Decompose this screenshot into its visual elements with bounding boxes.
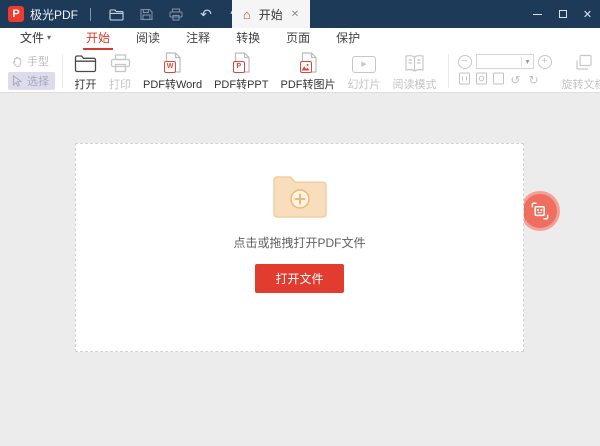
pdf-to-ppt-label: PDF转PPT xyxy=(214,78,269,91)
window-controls: ✕ xyxy=(525,0,600,28)
menu-tab-annotate[interactable]: 注释 xyxy=(184,29,212,50)
pdf-to-word-button[interactable]: W PDF转Word xyxy=(143,51,202,92)
menu-tab-read[interactable]: 阅读 xyxy=(134,29,162,50)
toolbar-separator xyxy=(447,54,449,88)
window-minimize-button[interactable] xyxy=(525,0,550,28)
chevron-down-icon: ▾ xyxy=(521,57,532,66)
pdf-to-image-label: PDF转图片 xyxy=(280,78,336,91)
image-badge xyxy=(299,60,312,73)
reading-mode-button[interactable]: 阅读模式 xyxy=(393,51,437,92)
tab-close-icon[interactable]: ✕ xyxy=(291,9,299,20)
hand-icon xyxy=(12,56,22,67)
convert-fab-button[interactable] xyxy=(520,191,560,231)
add-folder-icon xyxy=(272,176,327,218)
rotate-document-button[interactable]: 旋转文档 xyxy=(562,51,600,92)
rotate-right-icon[interactable]: ↻ xyxy=(527,74,541,86)
undo-icon[interactable]: ↶ xyxy=(193,3,219,25)
open-button-label: 打开 xyxy=(74,78,97,91)
rotate-document-label: 旋转文档 xyxy=(561,78,600,91)
select-tool-button[interactable]: 选择 xyxy=(8,72,55,90)
menu-file-label: 文件 xyxy=(20,31,45,45)
chevron-down-icon: ▾ xyxy=(47,33,52,42)
toolbar-separator xyxy=(62,54,63,88)
menu-tab-protect[interactable]: 保护 xyxy=(334,29,362,50)
close-icon: ✕ xyxy=(582,8,593,21)
fit-page-icon[interactable] xyxy=(475,72,488,88)
word-badge: W xyxy=(164,60,177,73)
menubar: 文件 ▾ 开始 阅读 注释 转换 页面 保护 xyxy=(0,28,600,50)
slideshow-label: 幻灯片 xyxy=(347,78,381,91)
open-folder-icon xyxy=(74,51,97,73)
zoom-controls-group: − ▾ + ↺ ↻ xyxy=(457,54,552,88)
pdf-to-word-icon: W xyxy=(163,51,182,73)
rotate-document-icon xyxy=(573,51,595,73)
window-maximize-button[interactable] xyxy=(550,0,575,28)
fit-width-icon[interactable] xyxy=(458,72,471,88)
tab-home-start[interactable]: ⌂ 开始 ✕ xyxy=(232,0,310,28)
titlebar: P 极光PDF ↶ ↷ ⌂ 开始 ✕ ✕ xyxy=(0,0,600,28)
select-tool-label: 选择 xyxy=(27,76,49,88)
convert-document-icon xyxy=(531,202,549,220)
print-button-label: 打印 xyxy=(109,78,131,91)
dropzone-hint-text: 点击或拖拽打开PDF文件 xyxy=(233,236,366,250)
save-icon[interactable] xyxy=(133,3,159,25)
hand-tool-button[interactable]: 手型 xyxy=(8,52,55,70)
slideshow-button[interactable]: ▶ 幻灯片 xyxy=(348,51,381,92)
menu-file[interactable]: 文件 ▾ xyxy=(16,29,55,50)
pointer-tools-group: 手型 选择 xyxy=(8,52,55,90)
print-icon[interactable] xyxy=(163,3,189,25)
open-file-icon[interactable] xyxy=(103,3,129,25)
window-close-button[interactable]: ✕ xyxy=(575,0,600,28)
home-icon: ⌂ xyxy=(242,6,251,22)
menu-tab-convert[interactable]: 转换 xyxy=(234,29,262,50)
slideshow-icon: ▶ xyxy=(352,51,376,73)
cursor-icon xyxy=(13,75,23,87)
pdf-dropzone[interactable]: 点击或拖拽打开PDF文件 打开文件 xyxy=(75,143,524,352)
zoom-level-select[interactable]: ▾ xyxy=(475,54,534,69)
menu-tab-page[interactable]: 页面 xyxy=(284,29,312,50)
printer-icon xyxy=(110,51,131,73)
print-button[interactable]: 打印 xyxy=(109,51,131,92)
pdf-to-image-button[interactable]: PDF转图片 xyxy=(281,51,336,92)
minimize-icon xyxy=(533,13,542,15)
pdf-to-ppt-button[interactable]: P PDF转PPT xyxy=(214,51,269,92)
main-area: 点击或拖拽打开PDF文件 打开文件 xyxy=(0,93,600,446)
pdf-to-word-label: PDF转Word xyxy=(143,78,203,91)
menu-tab-start[interactable]: 开始 xyxy=(83,29,114,50)
hand-tool-label: 手型 xyxy=(27,56,49,68)
reading-mode-label: 阅读模式 xyxy=(392,78,437,91)
app-title: 极光PDF xyxy=(30,7,79,22)
zoom-out-button[interactable]: − xyxy=(457,54,472,69)
tab-label: 开始 xyxy=(258,7,283,22)
titlebar-separator xyxy=(90,7,92,21)
book-icon xyxy=(404,51,425,73)
maximize-icon xyxy=(558,10,567,18)
open-button[interactable]: 打开 xyxy=(74,51,97,92)
pdf-to-ppt-icon: P xyxy=(232,51,251,73)
open-file-button[interactable]: 打开文件 xyxy=(255,264,344,293)
pdf-to-image-icon xyxy=(299,51,318,73)
app-logo: P xyxy=(8,6,24,22)
app-logo-letter: P xyxy=(12,8,20,20)
ppt-badge: P xyxy=(232,60,245,73)
play-icon: ▶ xyxy=(361,61,367,68)
actual-size-icon[interactable] xyxy=(492,72,505,88)
rotate-left-icon[interactable]: ↺ xyxy=(509,74,523,86)
zoom-in-button[interactable]: + xyxy=(537,54,552,69)
toolbar: 手型 选择 打开 打印 W PDF转Word P PDF转PPT PDF转图片 … xyxy=(0,50,600,93)
